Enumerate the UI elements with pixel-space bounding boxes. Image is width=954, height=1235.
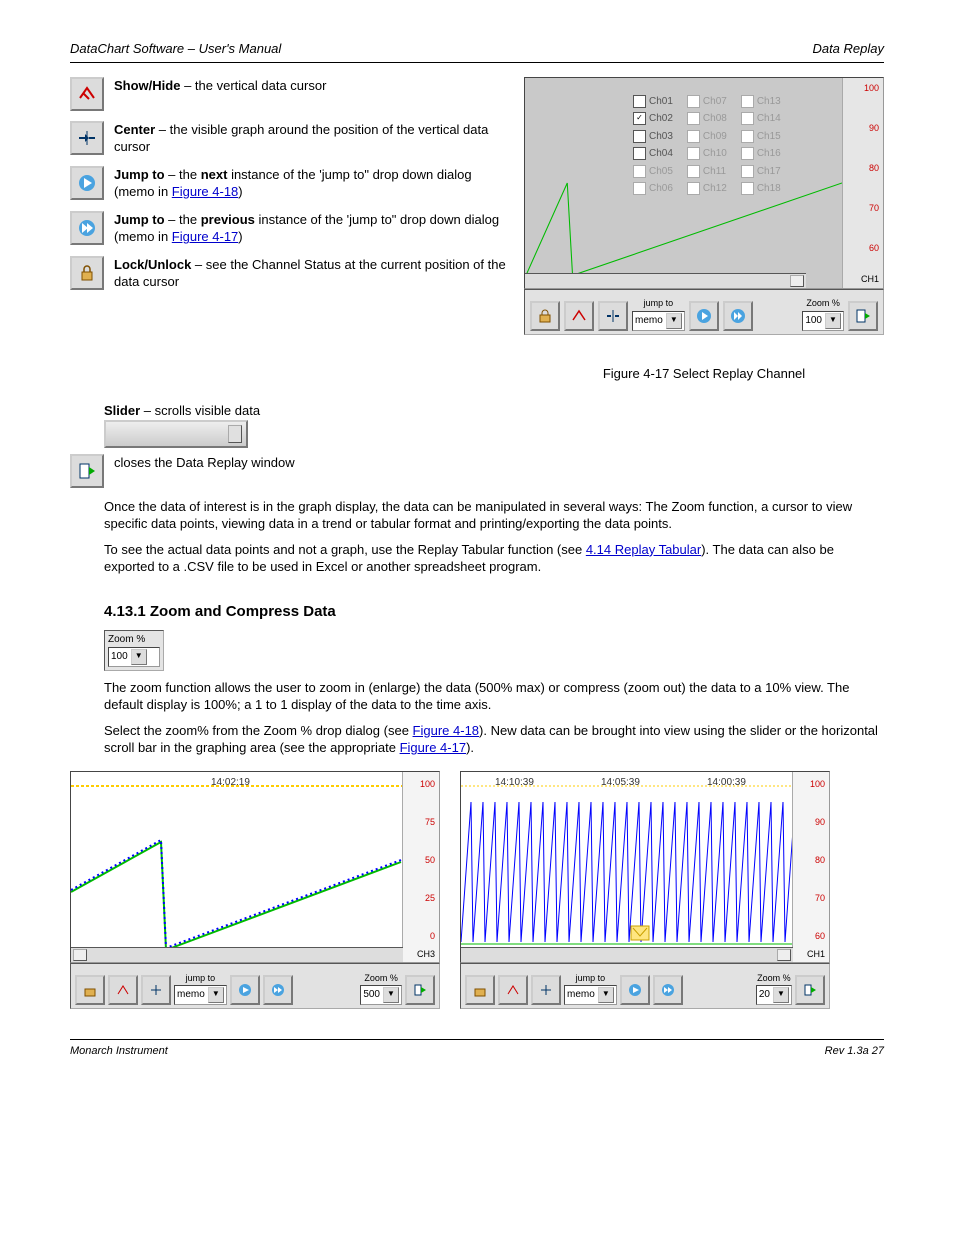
checkbox-ch12[interactable] — [687, 182, 700, 195]
header-right: Data Replay — [812, 40, 884, 58]
tb-cursor-icon[interactable] — [564, 301, 594, 331]
tr-ff-icon[interactable] — [653, 975, 683, 1005]
checkbox-ch03[interactable] — [633, 130, 646, 143]
bullet-center: Center – the visible graph around the po… — [114, 121, 506, 156]
replay-chart-panel: Ch01 Ch07 Ch13 ✓Ch02 Ch08 Ch14 Ch03 Ch09… — [524, 77, 884, 289]
slider-icon[interactable] — [104, 420, 248, 448]
jumpto-select[interactable]: memo▼ — [632, 311, 685, 331]
checkbox-ch15[interactable] — [741, 130, 754, 143]
tl-center-icon[interactable] — [141, 975, 171, 1005]
tb-lock-icon[interactable] — [530, 301, 560, 331]
replay-toolbar: jump to memo▼ Zoom % 100▼ — [524, 289, 884, 335]
tr-play-icon[interactable] — [620, 975, 650, 1005]
checkbox-ch05[interactable] — [633, 165, 646, 178]
tl-lock-icon[interactable] — [75, 975, 105, 1005]
header-left: DataChart Software – User's Manual — [70, 40, 281, 58]
checkbox-ch16[interactable] — [741, 147, 754, 160]
section-title: 4.13.1 Zoom and Compress Data — [104, 602, 884, 622]
mid-para-1: Once the data of interest is in the grap… — [104, 498, 884, 533]
tb-center-icon[interactable] — [598, 301, 628, 331]
link-fig17b[interactable]: Figure 4-17 — [400, 740, 466, 755]
lock-icon[interactable] — [70, 256, 104, 290]
chart-left-scroll[interactable] — [71, 947, 403, 962]
bullet-show-hide: Show/Hide – the vertical data cursor — [114, 77, 506, 95]
checkbox-ch11[interactable] — [687, 165, 700, 178]
toolbar-right: jump tomemo▼ Zoom %20▼ — [460, 963, 830, 1009]
page-footer: Monarch Instrument Rev 1.3a 27 — [70, 1039, 884, 1059]
zoom-select[interactable]: 100▼ — [802, 311, 844, 331]
tl-close-icon[interactable] — [405, 975, 435, 1005]
jump-next-icon[interactable] — [70, 166, 104, 200]
checkbox-ch09[interactable] — [687, 130, 700, 143]
zoom-widget[interactable]: Zoom % 100▼ — [104, 630, 164, 671]
footer-left: Monarch Instrument — [70, 1044, 168, 1059]
bullet-jump-prev: Jump to – the previous instance of the '… — [114, 211, 506, 246]
checkbox-ch04[interactable] — [633, 147, 646, 160]
tr-center-icon[interactable] — [531, 975, 561, 1005]
checkbox-ch06[interactable] — [633, 182, 646, 195]
tb-jumpto-group: jump to memo▼ — [632, 297, 685, 330]
tl-zoom-select[interactable]: 500▼ — [360, 985, 402, 1005]
tb-zoom-group: Zoom % 100▼ — [802, 297, 844, 330]
y-axis: 100 90 80 70 60 CH1 — [842, 78, 883, 288]
toolbar-left: jump tomemo▼ Zoom %500▼ — [70, 963, 440, 1009]
tl-play-icon[interactable] — [230, 975, 260, 1005]
checkbox-ch08[interactable] — [687, 112, 700, 125]
fig17-caption: Figure 4-17 Select Replay Channel — [524, 365, 884, 383]
link-fig18[interactable]: Figure 4-18 — [172, 184, 238, 199]
close-replay-icon[interactable] — [70, 454, 104, 488]
zoom-para-1: The zoom function allows the user to zoo… — [104, 679, 884, 714]
tr-zoom-select[interactable]: 20▼ — [756, 985, 792, 1005]
cursor-toggle-icon[interactable] — [70, 77, 104, 111]
checkbox-ch07[interactable] — [687, 95, 700, 108]
link-replay-tabular[interactable]: 4.14 Replay Tabular — [586, 542, 701, 557]
bullet-lock: Lock/Unlock – see the Channel Status at … — [114, 256, 506, 291]
tl-cursor-icon[interactable] — [108, 975, 138, 1005]
tb-close-icon[interactable] — [848, 301, 878, 331]
tr-cursor-icon[interactable] — [498, 975, 528, 1005]
channel-list: Ch01 Ch07 Ch13 ✓Ch02 Ch08 Ch14 Ch03 Ch09… — [630, 92, 784, 199]
center-icon[interactable] — [70, 121, 104, 155]
chart-zoom500: 14:02:19 100 75 50 25 0 CH3 — [70, 771, 440, 963]
page-header: DataChart Software – User's Manual Data … — [70, 40, 884, 63]
link-fig17[interactable]: Figure 4-17 — [172, 229, 238, 244]
chart-zoom20: 14:10:39 14:05:39 14:00:39 100 90 80 70 … — [460, 771, 830, 963]
slider-desc: Slider – scrolls visible data — [104, 402, 884, 420]
zoom-para-2: Select the zoom% from the Zoom % drop di… — [104, 722, 884, 757]
tl-ff-icon[interactable] — [263, 975, 293, 1005]
tr-close-icon[interactable] — [795, 975, 825, 1005]
bullet-jump-next: Jump to – the next instance of the 'jump… — [114, 166, 506, 201]
checkbox-ch14[interactable] — [741, 112, 754, 125]
jump-prev-icon[interactable] — [70, 211, 104, 245]
checkbox-ch02[interactable]: ✓ — [633, 112, 646, 125]
checkbox-ch17[interactable] — [741, 165, 754, 178]
chart-right-scroll[interactable] — [461, 947, 793, 962]
checkbox-ch18[interactable] — [741, 182, 754, 195]
tb-play-icon[interactable] — [689, 301, 719, 331]
footer-right: Rev 1.3a 27 — [825, 1044, 884, 1059]
tr-jump-select[interactable]: memo▼ — [564, 985, 617, 1005]
tr-lock-icon[interactable] — [465, 975, 495, 1005]
checkbox-ch01[interactable] — [633, 95, 646, 108]
checkbox-ch10[interactable] — [687, 147, 700, 160]
tl-jump-select[interactable]: memo▼ — [174, 985, 227, 1005]
hscrollbar[interactable] — [525, 273, 806, 288]
bullet-close: closes the Data Replay window — [114, 454, 884, 472]
checkbox-ch13[interactable] — [741, 95, 754, 108]
mid-para-2: To see the actual data points and not a … — [104, 541, 884, 576]
tb-ff-icon[interactable] — [723, 301, 753, 331]
link-fig18b[interactable]: Figure 4-18 — [413, 723, 479, 738]
